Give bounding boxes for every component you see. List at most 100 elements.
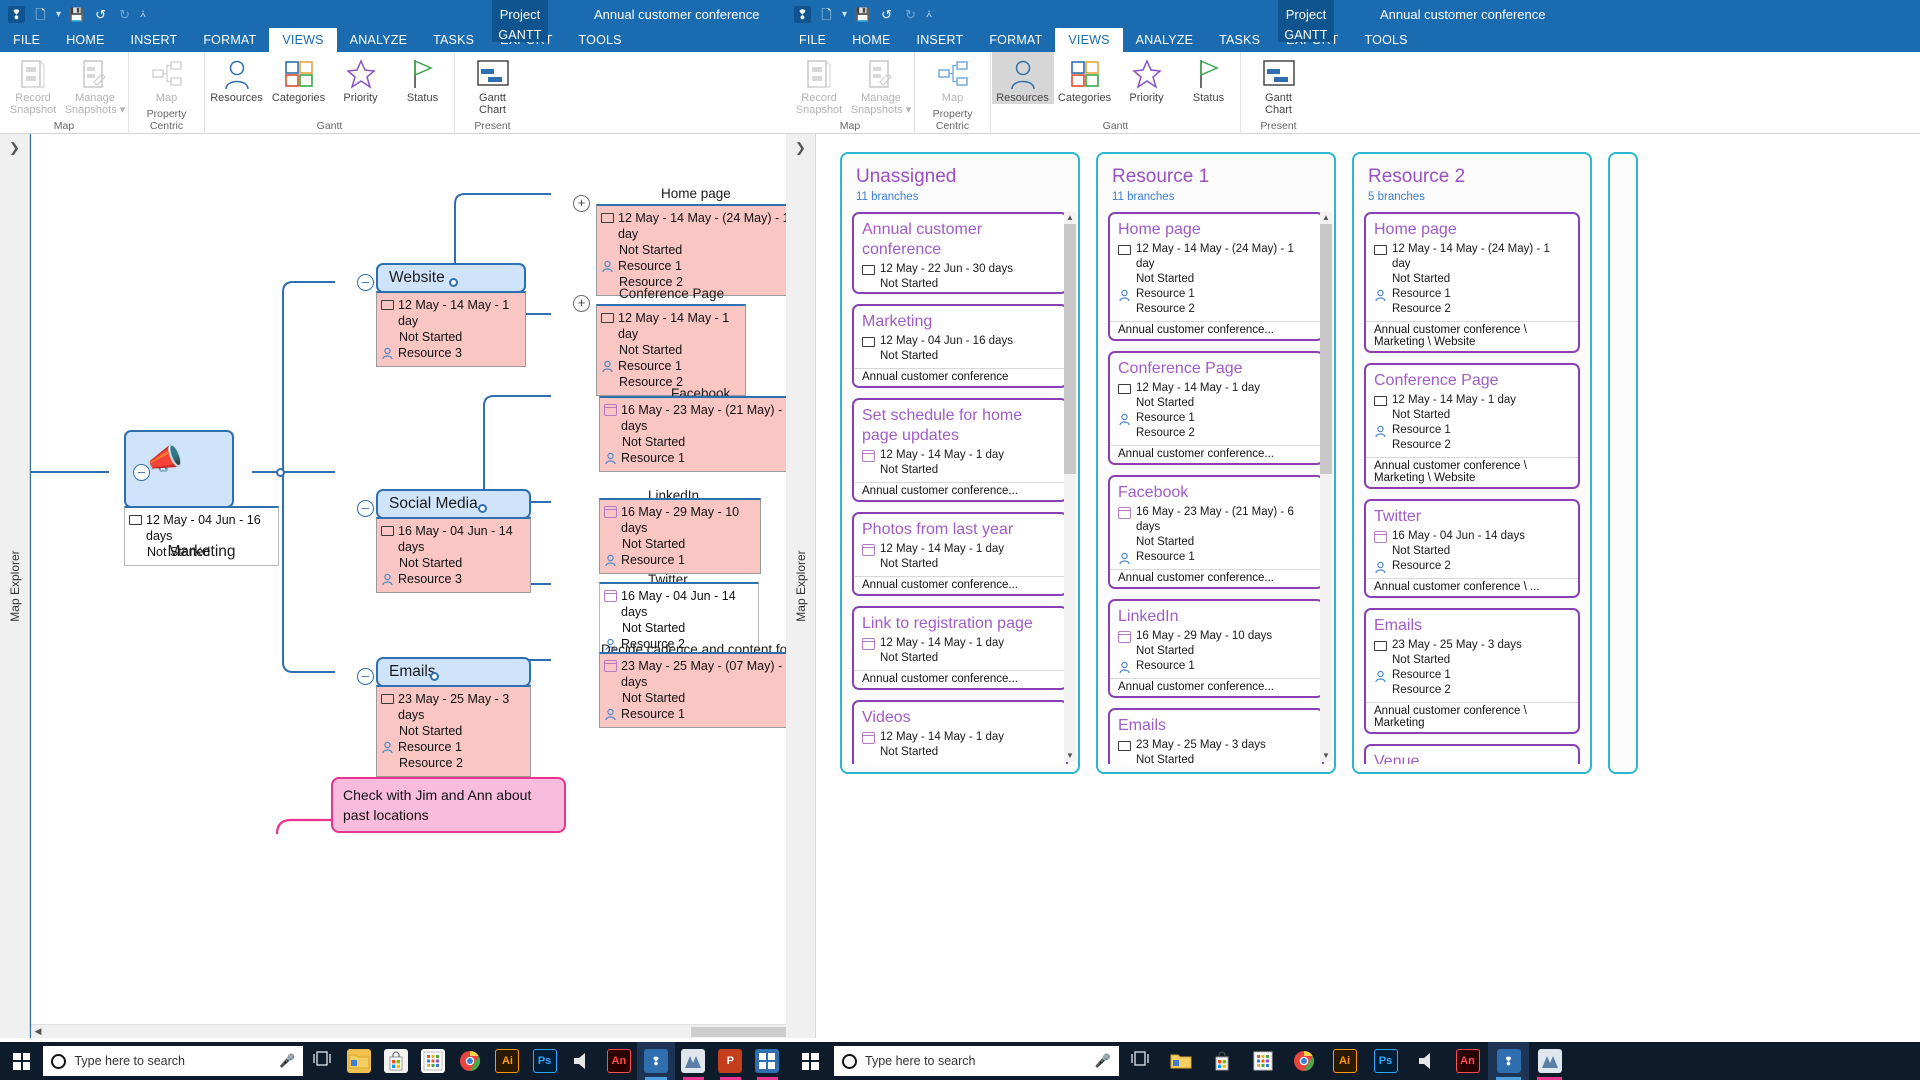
redo-icon[interactable]: ↻ (116, 6, 133, 23)
gantt-chart-button[interactable]: Gantt Chart (462, 52, 524, 116)
card[interactable]: Link to registration page 12 May - 14 Ma… (852, 606, 1068, 690)
animate-button[interactable]: An (600, 1042, 637, 1080)
vertical-scrollbar-resource-1[interactable]: ▲ ▼ (1320, 212, 1332, 762)
card[interactable]: Photos from last year 12 May - 14 May - … (852, 512, 1068, 596)
ribbon-tabs-right[interactable]: FILE HOME INSERT FORMAT VIEWS ANALYZE TA… (786, 28, 1920, 52)
card-list-resource-2[interactable]: Home page 12 May - 14 May - (24 May) - 1… (1364, 212, 1580, 764)
mindmanager-button[interactable]: ❢ (1488, 1042, 1529, 1080)
mindview-button[interactable] (1529, 1042, 1570, 1080)
emails-pill[interactable]: Emails (376, 657, 531, 687)
social-media-pill[interactable]: Social Media (376, 489, 531, 519)
card[interactable]: Conference Page 12 May - 14 May - 1 day … (1364, 363, 1580, 489)
chrome-button[interactable] (1283, 1042, 1324, 1080)
undo-icon[interactable]: ↺ (92, 6, 109, 23)
tab-file[interactable]: FILE (786, 28, 839, 52)
card[interactable]: Emails 23 May - 25 May - 3 days Not Star… (1364, 608, 1580, 734)
map-explorer-strip-right[interactable]: ❯ Map Explorer (786, 134, 816, 1038)
tab-tools[interactable]: TOOLS (566, 28, 635, 52)
resources-button[interactable]: Resources (206, 52, 268, 104)
card-list-resource-1[interactable]: Home page 12 May - 14 May - (24 May) - 1… (1108, 212, 1324, 764)
record-snapshot-button[interactable]: Record Snapshot (788, 52, 850, 116)
file-explorer-button[interactable] (340, 1042, 377, 1080)
collapse-emails-button[interactable]: – (357, 668, 374, 685)
tab-format[interactable]: FORMAT (190, 28, 269, 52)
map-root-node[interactable]: 📣 Marketing 12 May - 04 Jun - 16 days No… (124, 430, 279, 566)
map-note[interactable]: Check with Jim and Ann about past locati… (331, 777, 566, 833)
animate-button[interactable]: An (1447, 1042, 1488, 1080)
card[interactable]: Videos 12 May - 14 May - 1 day Not Start… (852, 700, 1068, 764)
mindmanager-button[interactable]: ❢ (637, 1042, 674, 1080)
powerpoint-button[interactable]: P (712, 1042, 749, 1080)
tab-gantt[interactable]: GANTT (1278, 28, 1334, 42)
quick-access-toolbar-right[interactable]: ❢ 🗋 ▾ 💾 ↺ ↻ ⩑ (786, 0, 1920, 28)
social-media-connector-dot[interactable] (478, 504, 487, 513)
card[interactable]: Conference Page 12 May - 14 May - 1 day … (1108, 351, 1324, 465)
tab-gantt[interactable]: GANTT (492, 28, 548, 42)
tab-tasks[interactable]: TASKS (1206, 28, 1273, 52)
emails-connector-dot[interactable] (430, 672, 439, 681)
illustrator-button[interactable]: Ai (1324, 1042, 1365, 1080)
new-icon[interactable]: 🗋 (818, 6, 835, 23)
ribbon-tabs-left[interactable]: FILE HOME INSERT FORMAT VIEWS ANALYZE TA… (0, 28, 786, 52)
redo-icon[interactable]: ↻ (902, 6, 919, 23)
taskbar-search-left[interactable]: Type here to search 🎤 (43, 1046, 303, 1076)
apps-button[interactable] (415, 1042, 452, 1080)
file-explorer-button[interactable] (1160, 1042, 1201, 1080)
card[interactable]: Twitter 16 May - 04 Jun - 14 days Not St… (1364, 499, 1580, 598)
categories-button[interactable]: Categories (1054, 52, 1116, 104)
save-icon[interactable]: 💾 (854, 6, 871, 23)
priority-button[interactable]: Priority (1116, 52, 1178, 104)
resource-column-resource-2[interactable]: Resource 2 5 branches Home page 12 May -… (1352, 152, 1592, 774)
collapse-website-button[interactable]: – (357, 274, 374, 291)
card-list-unassigned[interactable]: Annual customer conference 12 May - 22 J… (852, 212, 1068, 764)
start-button[interactable] (0, 1042, 43, 1080)
windows-app-button[interactable] (749, 1042, 786, 1080)
expand-chevron-icon-right[interactable]: ❯ (786, 134, 815, 156)
tab-home[interactable]: HOME (53, 28, 117, 52)
card[interactable]: Annual customer conference 12 May - 22 J… (852, 212, 1068, 294)
scroll-down-arrow-icon[interactable]: ▼ (1064, 750, 1076, 762)
expand-chevron-icon-left[interactable]: ❯ (0, 134, 29, 156)
website-connector-dot[interactable] (449, 278, 458, 287)
tab-insert[interactable]: INSERT (904, 28, 977, 52)
task-view-button[interactable] (303, 1042, 340, 1080)
map-canvas[interactable]: 📣 Marketing 12 May - 04 Jun - 16 days No… (30, 134, 786, 1038)
taskbar-search-right[interactable]: Type here to search 🎤 (834, 1046, 1119, 1076)
tab-home[interactable]: HOME (839, 28, 903, 52)
tab-format[interactable]: FORMAT (976, 28, 1055, 52)
map-branch-emails[interactable]: Emails 23 May - 25 May - 3 days Not Star… (376, 657, 531, 777)
map-branch-social-media[interactable]: Social Media 16 May - 04 Jun - 14 days N… (376, 489, 531, 593)
root-connector-dot[interactable] (276, 468, 285, 477)
undo-icon[interactable]: ↺ (878, 6, 895, 23)
photoshop-button[interactable]: Ps (526, 1042, 563, 1080)
scroll-up-arrow-icon[interactable]: ▲ (1064, 212, 1076, 224)
expand-conference-page-button[interactable]: + (573, 295, 590, 312)
tab-analyze[interactable]: ANALYZE (1123, 28, 1206, 52)
taskbar-left[interactable]: Type here to search 🎤 Ai Ps (0, 1042, 786, 1080)
store-button[interactable] (377, 1042, 414, 1080)
microphone-icon[interactable]: 🎤 (279, 1053, 295, 1069)
tab-insert[interactable]: INSERT (118, 28, 191, 52)
microphone-icon[interactable]: 🎤 (1095, 1053, 1111, 1069)
resource-column-unassigned[interactable]: Unassigned 11 branches Annual customer c… (840, 152, 1080, 774)
categories-button[interactable]: Categories (268, 52, 330, 104)
scroll-thumb[interactable] (1064, 224, 1076, 474)
tab-analyze[interactable]: ANALYZE (337, 28, 420, 52)
audition-button[interactable] (563, 1042, 600, 1080)
store-button[interactable] (1201, 1042, 1242, 1080)
dropdown-icon[interactable]: ▾ (56, 9, 61, 20)
resource-column-next[interactable] (1608, 152, 1638, 774)
scroll-left-arrow-icon[interactable]: ◀ (31, 1024, 45, 1038)
status-button[interactable]: Status (1178, 52, 1240, 104)
customize-icon[interactable]: ⩑ (926, 9, 932, 20)
scroll-up-arrow-icon[interactable]: ▲ (1320, 212, 1332, 224)
taskbar-right[interactable]: Type here to search 🎤 Ai Ps (786, 1042, 1920, 1080)
card[interactable]: Facebook 16 May - 23 May - (21 May) - 6 … (1108, 475, 1324, 589)
card[interactable]: Set schedule for home page updates 12 Ma… (852, 398, 1068, 502)
card[interactable]: Marketing 12 May - 04 Jun - 16 days Not … (852, 304, 1068, 388)
resource-board-canvas[interactable]: Unassigned 11 branches Annual customer c… (816, 134, 1920, 1038)
map-button[interactable]: Map (136, 52, 198, 104)
card[interactable]: LinkedIn 16 May - 29 May - 10 days Not S… (1108, 599, 1324, 698)
vertical-scrollbar-unassigned[interactable]: ▲ ▼ (1064, 212, 1076, 762)
collapse-social-media-button[interactable]: – (357, 500, 374, 517)
